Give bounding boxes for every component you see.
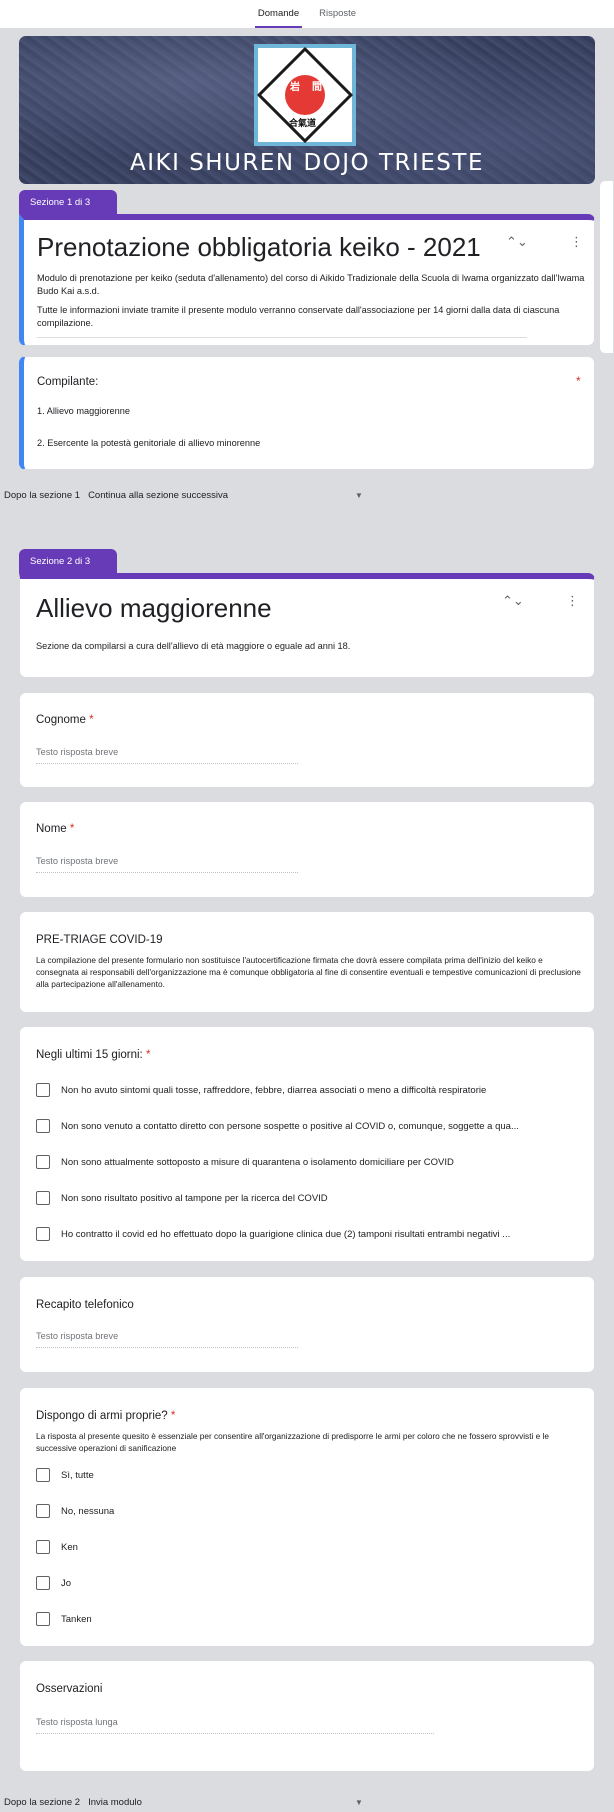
osservazioni-field[interactable]: Testo risposta lunga (36, 1717, 434, 1734)
checkbox-option[interactable]: Non sono venuto a contatto diretto con p… (36, 1119, 519, 1133)
after-section-value: Invia modulo (88, 1797, 142, 1808)
armi-description: La risposta al presente quesito è essenz… (36, 1431, 550, 1454)
question-cognome[interactable]: Cognome * Testo risposta breve (19, 692, 595, 788)
after-section-label: Dopo la sezione 2 (4, 1797, 81, 1808)
collapse-icon[interactable]: ⌃⌄ (506, 236, 528, 249)
required-marker: * (576, 374, 581, 388)
pretriage-title: PRE-TRIAGE COVID-19 (36, 934, 163, 946)
checkbox[interactable] (36, 1083, 50, 1097)
after-section-2-select[interactable]: Dopo la sezione 2 Invia modulo ▼ (4, 1797, 363, 1808)
question-title: Compilante: (37, 376, 99, 388)
checkbox[interactable] (36, 1468, 50, 1482)
option-allievo-maggiorenne[interactable]: 1. Allievo maggiorenne (37, 405, 130, 418)
option-esercente-potesta[interactable]: 2. Esercente la potestà genitoriale di a… (37, 437, 260, 450)
more-options-icon[interactable]: ⋮ (570, 236, 583, 249)
section-1-tab: Sezione 1 di 3 (19, 190, 117, 214)
cognome-field[interactable]: Testo risposta breve (36, 747, 298, 764)
floating-toolbar[interactable] (599, 180, 613, 354)
collapse-icon[interactable]: ⌃⌄ (502, 595, 524, 608)
dropdown-caret-icon: ▼ (355, 1798, 363, 1807)
tab-risposte[interactable]: Risposte (316, 8, 359, 28)
checkbox[interactable] (36, 1576, 50, 1590)
header-banner: 岩 間 合氣道 AIKI SHUREN DOJO TRIESTE (19, 36, 595, 184)
section-2-tab: Sezione 2 di 3 (19, 549, 117, 573)
after-section-1-select[interactable]: Dopo la sezione 1 Continua alla sezione … (4, 490, 363, 501)
checkbox-option[interactable]: Ken (36, 1540, 78, 1554)
question-nome[interactable]: Nome * Testo risposta breve (19, 801, 595, 898)
checkbox-option[interactable]: Jo (36, 1576, 71, 1590)
question-osservazioni[interactable]: Osservazioni Testo risposta lunga (19, 1660, 595, 1772)
tab-domande[interactable]: Domande (254, 8, 303, 28)
nome-field[interactable]: Testo risposta breve (36, 856, 298, 873)
dropdown-caret-icon: ▼ (355, 491, 363, 500)
question-title: Recapito telefonico (36, 1299, 134, 1311)
form-tabs: Domande Risposte (0, 0, 614, 28)
form-retention-note: Tutte le informazioni inviate tramite il… (37, 305, 560, 329)
question-ultimi-15-giorni[interactable]: Negli ultimi 15 giorni: * Non ho avuto s… (19, 1026, 595, 1262)
checkbox[interactable] (36, 1119, 50, 1133)
question-title: Negli ultimi 15 giorni: * (36, 1049, 151, 1061)
question-title: Nome * (36, 823, 75, 835)
question-recapito-telefonico[interactable]: Recapito telefonico Testo risposta breve (19, 1276, 595, 1373)
checkbox-option[interactable]: Non ho avuto sintomi quali tosse, raffre… (36, 1083, 486, 1097)
section-2-title[interactable]: Allievo maggiorenne (36, 593, 272, 624)
section-2-header-card[interactable]: Allievo maggiorenne ⌃⌄ ⋮ Sezione da comp… (19, 573, 595, 678)
checkbox-option[interactable]: Non sono attualmente sottoposto a misure… (36, 1155, 454, 1169)
question-compilante[interactable]: Compilante: * 1. Allievo maggiorenne 2. … (19, 356, 595, 470)
checkbox-option[interactable]: No, nessuna (36, 1504, 114, 1518)
question-title: Dispongo di armi proprie? * (36, 1410, 176, 1422)
checkbox-option[interactable]: Ho contratto il covid ed ho effettuato d… (36, 1227, 510, 1241)
pretriage-description: La compilazione del presente formulario … (36, 955, 581, 990)
section-1-header-card[interactable]: Prenotazione obbligatoria keiko - 2021 ⌃… (19, 214, 595, 346)
checkbox[interactable] (36, 1540, 50, 1554)
checkbox[interactable] (36, 1155, 50, 1169)
recapito-field[interactable]: Testo risposta breve (36, 1331, 298, 1348)
question-title: Osservazioni (36, 1683, 103, 1695)
question-title: Cognome * (36, 714, 94, 726)
checkbox[interactable] (36, 1227, 50, 1241)
checkbox-option[interactable]: Tanken (36, 1612, 92, 1626)
section-2-description: Sezione da compilarsi a cura dell'alliev… (36, 641, 351, 651)
checkbox-option[interactable]: Non sono risultato positivo al tampone p… (36, 1191, 328, 1205)
form-title[interactable]: Prenotazione obbligatoria keiko - 2021 (37, 232, 481, 263)
dojo-logo: 岩 間 合氣道 (254, 44, 356, 146)
after-section-label: Dopo la sezione 1 (4, 490, 81, 501)
checkbox[interactable] (36, 1612, 50, 1626)
pretriage-section[interactable]: PRE-TRIAGE COVID-19 La compilazione del … (19, 911, 595, 1013)
checkbox[interactable] (36, 1191, 50, 1205)
form-description: Modulo di prenotazione per keiko (seduta… (37, 273, 585, 297)
question-armi-proprie[interactable]: Dispongo di armi proprie? * La risposta … (19, 1387, 595, 1647)
checkbox-option[interactable]: Sì, tutte (36, 1468, 94, 1482)
checkbox[interactable] (36, 1504, 50, 1518)
after-section-value: Continua alla sezione successiva (88, 490, 229, 501)
banner-title: AIKI SHUREN DOJO TRIESTE (130, 150, 484, 176)
more-options-icon[interactable]: ⋮ (566, 595, 579, 608)
